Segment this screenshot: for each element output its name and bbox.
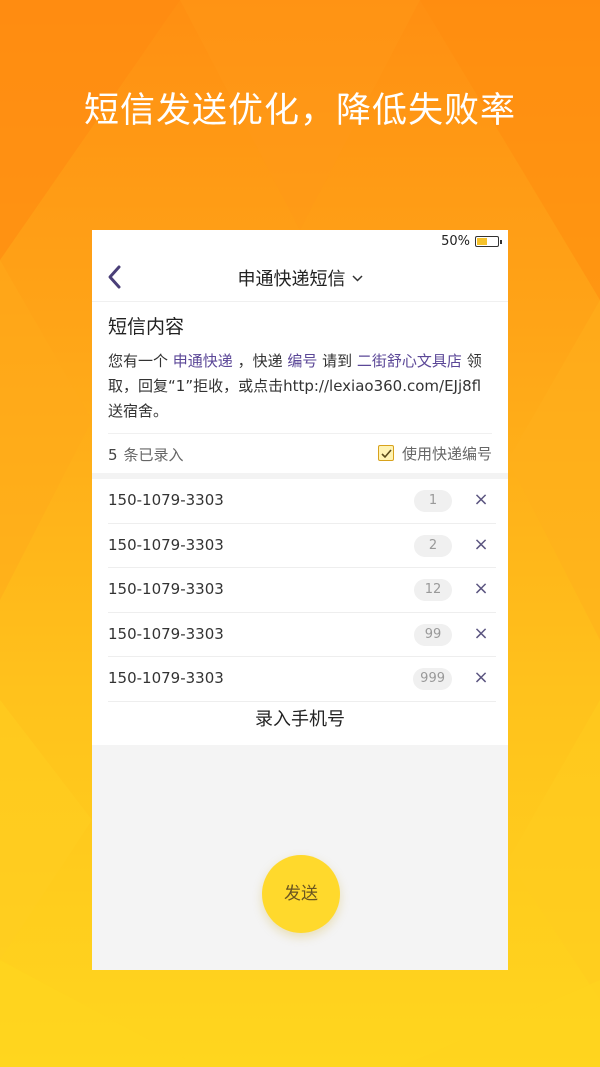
sms-text[interactable]: 您有一个 申通快递 ，快递 编号 请到 二街舒心文具店 领取，回复“1”拒收，或…: [108, 349, 492, 424]
entry-count-number: 5: [108, 446, 118, 464]
tracking-number-badge[interactable]: 2: [414, 534, 452, 557]
delete-icon[interactable]: ×: [472, 623, 490, 644]
template-selector[interactable]: 申通快递短信: [92, 265, 508, 291]
battery-percent: 50%: [441, 234, 470, 249]
delete-icon[interactable]: ×: [472, 534, 490, 555]
tracking-number-badge[interactable]: 999: [413, 668, 452, 691]
phone-number: 150-1079-3303: [108, 491, 224, 509]
sms-content-label: 短信内容: [108, 316, 185, 338]
nav-title: 申通快递短信: [237, 269, 346, 290]
entry-count-label: 条已录入: [123, 446, 184, 464]
delete-icon[interactable]: ×: [472, 668, 490, 688]
sms-number-tag: 编号: [287, 352, 318, 370]
delete-icon[interactable]: ×: [472, 579, 490, 599]
send-button[interactable]: 发送: [262, 855, 340, 933]
phone-row: 150-1079-3303 99 ×: [108, 613, 496, 658]
status-bar: 50%: [92, 230, 508, 252]
phone-number: 150-1079-3303: [108, 624, 224, 643]
tracking-number-badge[interactable]: 12: [414, 579, 452, 602]
tracking-number-badge[interactable]: 99: [414, 623, 452, 646]
use-tracking-number-checkbox[interactable]: 使用快递编号: [377, 443, 492, 464]
battery-icon: [475, 236, 502, 247]
sms-store-tag: 二街舒心文具店: [356, 352, 462, 370]
promo-headline: 短信发送优化，降低失败率: [83, 91, 516, 131]
phone-number: 150-1079-3303: [108, 669, 224, 688]
delete-icon[interactable]: ×: [472, 490, 490, 510]
nav-bar: 申通快递短信: [92, 252, 508, 302]
sms-text-part: 您有一个: [108, 352, 173, 370]
chevron-down-icon: [351, 266, 363, 287]
phone-number: 150-1079-3303: [108, 535, 224, 554]
add-phone-button[interactable]: 录入手机号: [92, 705, 508, 745]
battery-fill: [477, 238, 487, 245]
phone-row: 150-1079-3303 12 ×: [108, 568, 496, 613]
use-tracking-number-label: 使用快递编号: [401, 445, 492, 463]
sms-content: 短信内容 您有一个 申通快递 ，快递 编号 请到 二街舒心文具店 领取，回复“1…: [108, 312, 492, 424]
checkbox-checked-icon: [377, 445, 394, 461]
tracking-number-badge[interactable]: 1: [414, 490, 452, 512]
phone-row: 150-1079-3303 999 ×: [108, 657, 496, 702]
sms-company-tag: 申通快递: [172, 352, 233, 370]
entry-meta: 5 条已录入 使用快递编号: [108, 433, 492, 473]
phone-row: 150-1079-3303 1 ×: [108, 479, 496, 524]
phone-mockup: 50% 申通快递短信 短信内容 您有一个 申通快递 ，快递 编号 请到 二街舒心…: [92, 230, 508, 970]
phone-number: 150-1079-3303: [108, 580, 224, 599]
sms-text-part: ，快递: [232, 352, 288, 370]
entry-count: 5 条已录入: [108, 444, 184, 465]
phone-row: 150-1079-3303 2 ×: [108, 524, 496, 569]
bottom-panel: 发送: [92, 745, 508, 970]
phone-list: 150-1079-3303 1 × 150-1079-3303 2 × 150-…: [108, 479, 496, 702]
sms-text-part: 请到: [317, 352, 357, 370]
